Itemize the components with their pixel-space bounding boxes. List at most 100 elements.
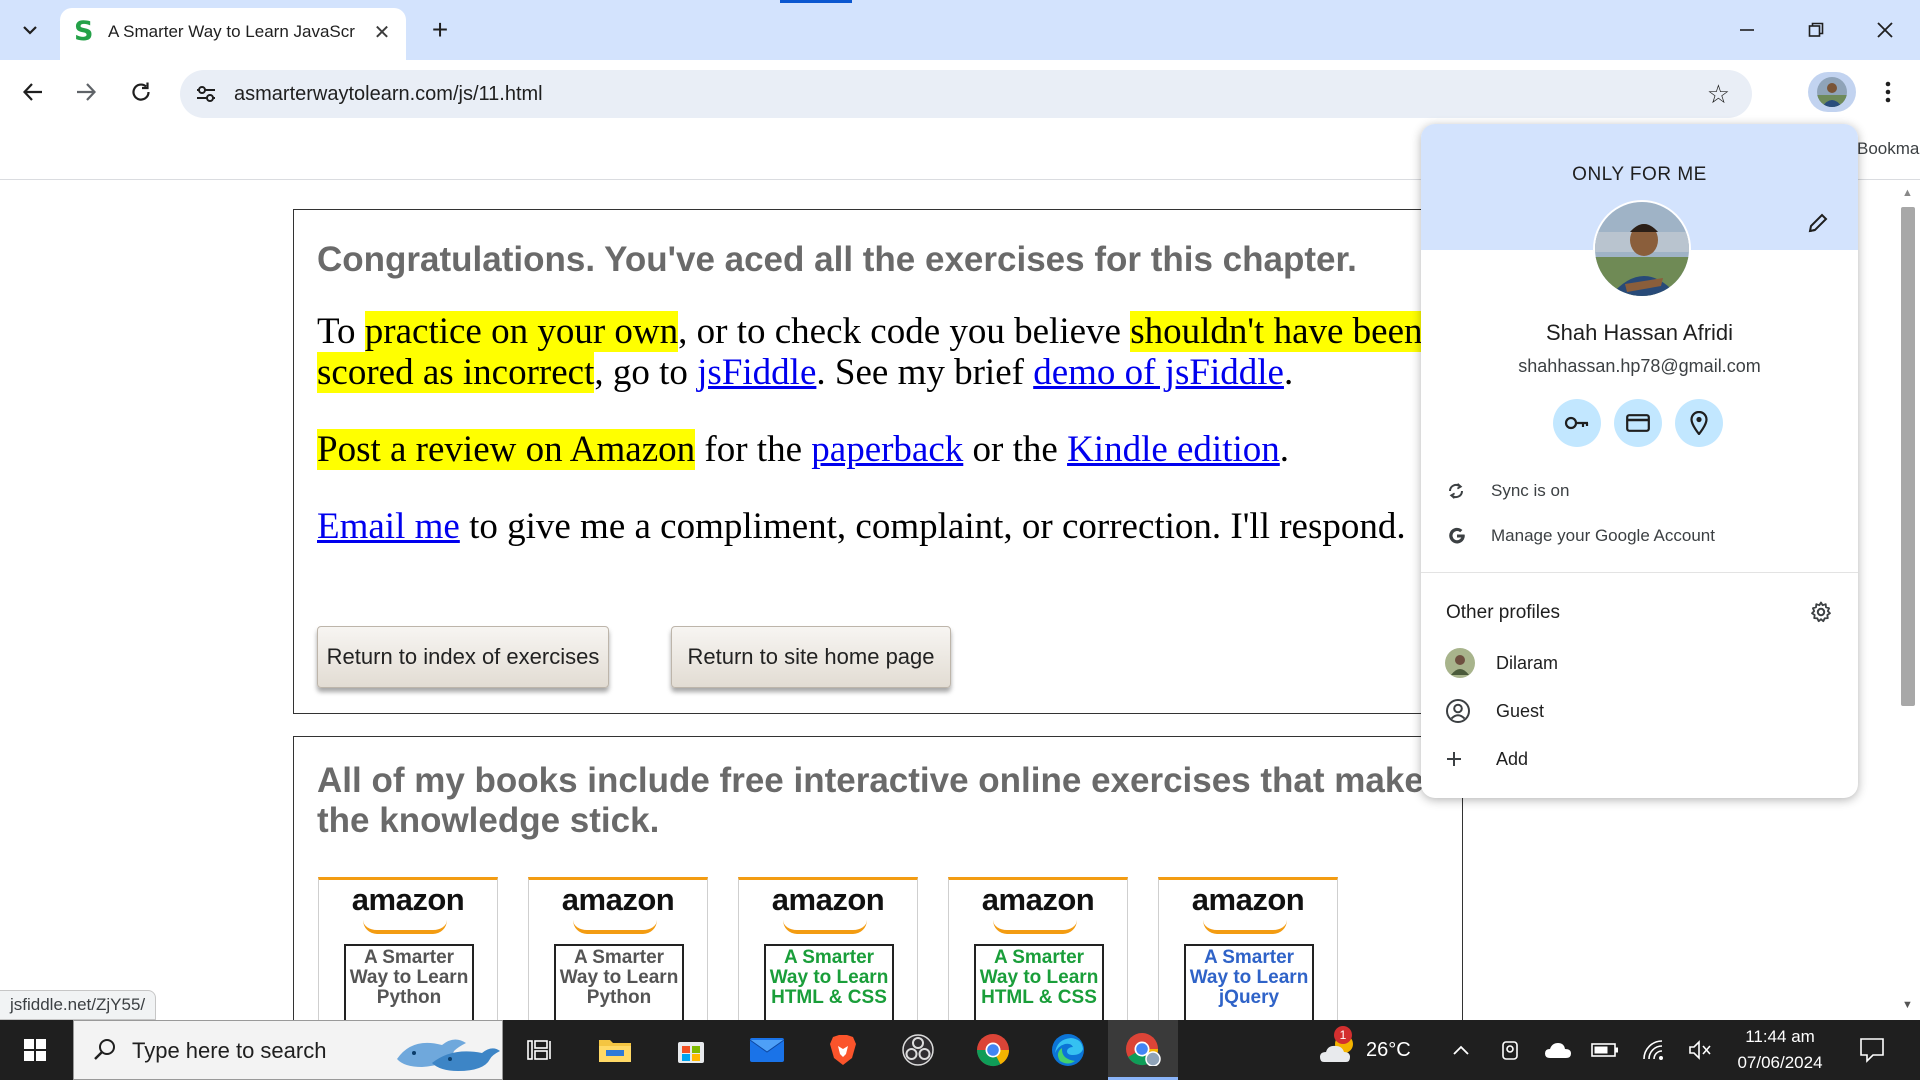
book-card[interactable]: amazon A Smarter Way to Learn HTML & CSS (948, 877, 1128, 1020)
start-button[interactable] (0, 1020, 70, 1080)
battery-button[interactable] (1591, 1036, 1619, 1064)
paperback-link[interactable]: paperback (811, 429, 963, 470)
taskbar-search-box[interactable]: Type here to search (73, 1020, 503, 1080)
scroll-down-arrow-icon[interactable]: ▼ (1902, 999, 1913, 1011)
onedrive-button[interactable] (1544, 1036, 1572, 1064)
bookmark-star-icon[interactable]: ☆ (1707, 80, 1730, 108)
mail-button[interactable] (732, 1020, 802, 1080)
para-text: for the (695, 429, 812, 470)
restore-button[interactable] (1793, 8, 1839, 52)
scroll-thumb[interactable] (1901, 207, 1915, 706)
amazon-smile-icon (993, 920, 1077, 934)
payment-methods-button[interactable] (1614, 399, 1662, 447)
chrome-button[interactable] (958, 1020, 1028, 1080)
jsfiddle-link[interactable]: jsFiddle (697, 352, 816, 393)
book-cover-title: A Smarter Way to Learn Python (554, 944, 684, 1020)
amazon-logo: amazon (561, 882, 675, 917)
close-window-button[interactable] (1862, 8, 1908, 52)
minimize-icon (1740, 29, 1754, 31)
file-explorer-button[interactable] (580, 1020, 650, 1080)
return-to-index-button[interactable]: Return to index of exercises (317, 626, 609, 688)
folder-icon (599, 1040, 631, 1062)
amazon-smile-icon (573, 920, 657, 934)
minimize-button[interactable] (1724, 8, 1770, 52)
meet-now-button[interactable] (1497, 1036, 1525, 1064)
congrats-heading: Congratulations. You've aced all the exe… (317, 240, 1357, 279)
forward-button[interactable] (66, 72, 106, 112)
tab-loading-indicator (780, 0, 852, 3)
microsoft-store-button[interactable] (656, 1020, 726, 1080)
add-profile-button[interactable]: Add (1421, 736, 1858, 782)
book-card[interactable]: amazon A Smarter Way to Learn Python (318, 877, 498, 1020)
temperature-label[interactable]: 26°C (1366, 1039, 1411, 1062)
mail-icon (749, 1038, 785, 1062)
tab-search-button[interactable] (12, 12, 48, 48)
windows-taskbar: Type here to search 1 26°C 11:44 am 07/0… (0, 1020, 1920, 1080)
notification-center-button[interactable] (1852, 1034, 1892, 1066)
obs-studio-button[interactable] (883, 1020, 953, 1080)
chrome-icon (976, 1034, 1010, 1067)
new-tab-button[interactable]: + (422, 12, 458, 48)
chrome-active-window-button[interactable] (1108, 1020, 1178, 1080)
email-paragraph: Email me to give me a compliment, compla… (317, 506, 1457, 547)
add-profile-label: Add (1496, 748, 1529, 769)
profile-label: ONLY FOR ME (1572, 164, 1707, 185)
amazon-logo: amazon (771, 882, 885, 917)
site-info-button[interactable] (194, 82, 218, 106)
profile-item-guest[interactable]: Guest (1421, 688, 1858, 734)
account-circle-icon (1421, 698, 1496, 724)
highlight-text: practice on your own (364, 311, 679, 352)
amazon-logo: amazon (1191, 882, 1305, 917)
jsfiddle-demo-link[interactable]: demo of jsFiddle (1033, 352, 1284, 393)
url-text[interactable]: asmarterwaytolearn.com/js/11.html (234, 83, 543, 106)
task-view-button[interactable] (505, 1020, 575, 1080)
para-text: . See my brief (816, 352, 1034, 393)
profile-button[interactable] (1808, 72, 1856, 112)
manage-profiles-button[interactable] (1807, 598, 1835, 626)
all-bookmarks-label[interactable]: Bookmarks (1857, 139, 1920, 159)
active-tab[interactable]: S A Smarter Way to Learn JavaScri ✕ (60, 8, 406, 60)
back-button[interactable] (13, 72, 53, 112)
battery-icon (1591, 1043, 1618, 1057)
highlight-text: Post a review on Amazon (317, 429, 696, 470)
profile-name-label: Guest (1496, 700, 1545, 721)
clock-time[interactable]: 11:44 am (1720, 1027, 1840, 1047)
sync-status-row[interactable]: Sync is on (1421, 468, 1858, 514)
back-arrow-icon (22, 83, 42, 101)
manage-google-account-row[interactable]: Manage your Google Account (1421, 513, 1858, 559)
kindle-edition-link[interactable]: Kindle edition (1067, 429, 1280, 470)
network-button[interactable] (1640, 1036, 1668, 1064)
book-cover-title: A Smarter Way to Learn HTML & CSS (974, 944, 1104, 1020)
notification-icon (1860, 1038, 1884, 1063)
book-card[interactable]: amazon A Smarter Way to Learn Python (528, 877, 708, 1020)
book-card[interactable]: amazon A Smarter Way to Learn jQuery (1158, 877, 1338, 1020)
browser-menu-button[interactable] (1870, 74, 1906, 110)
brave-browser-button[interactable] (808, 1020, 878, 1080)
edit-profile-button[interactable] (1803, 208, 1833, 238)
reload-button[interactable] (121, 72, 161, 112)
edge-button[interactable] (1033, 1020, 1103, 1080)
clock-date[interactable]: 07/06/2024 (1720, 1053, 1840, 1073)
address-bar[interactable]: asmarterwaytolearn.com/js/11.html ☆ (180, 70, 1752, 118)
search-placeholder: Type here to search (132, 1038, 327, 1063)
site-favicon-icon: S (74, 16, 94, 47)
forward-arrow-icon (77, 83, 97, 101)
search-icon (94, 1039, 115, 1060)
passwords-button[interactable] (1553, 399, 1601, 447)
volume-button[interactable] (1686, 1036, 1714, 1064)
tab-title: A Smarter Way to Learn JavaScri (108, 22, 356, 41)
scroll-up-arrow-icon[interactable]: ▲ (1902, 187, 1913, 199)
email-me-link[interactable]: Email me (317, 506, 460, 547)
addresses-button[interactable] (1675, 399, 1723, 447)
book-cover-title: A Smarter Way to Learn Python (344, 944, 474, 1020)
page-scrollbar[interactable]: ▲ ▼ (1896, 181, 1920, 1020)
return-to-home-button[interactable]: Return to site home page (671, 626, 951, 688)
profile-item-dilaram[interactable]: Dilaram (1421, 640, 1858, 686)
tab-close-button[interactable]: ✕ (368, 18, 396, 46)
chrome-profile-icon (1126, 1032, 1161, 1066)
other-profiles-heading: Other profiles (1446, 602, 1561, 623)
reload-icon (132, 82, 150, 101)
show-hidden-icons-button[interactable] (1447, 1036, 1475, 1064)
book-card[interactable]: amazon A Smarter Way to Learn HTML & CSS (738, 877, 918, 1020)
camera-icon (1502, 1041, 1518, 1060)
